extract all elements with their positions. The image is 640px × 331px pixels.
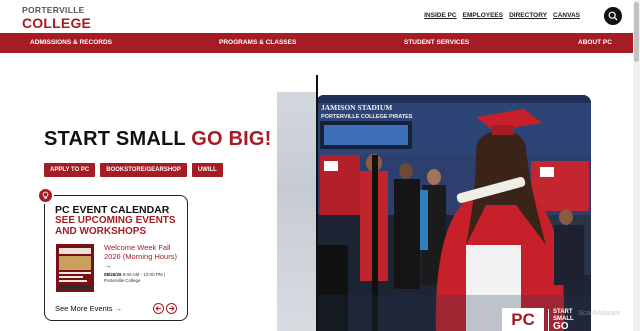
nav-about-pc[interactable]: ABOUT PC (578, 39, 612, 46)
main-nav: ADMISSIONS & RECORDS PROGRAMS & CLASSES … (0, 33, 640, 53)
page-scrollbar[interactable] (633, 0, 640, 331)
scrollbar-thumb[interactable] (634, 2, 639, 62)
event-calendar-card: PC EVENT CALENDAR SEE UPCOMING EVENTS AN… (44, 195, 188, 321)
arrow-left-icon (155, 305, 161, 312)
site-header: PORTERVILLE COLLEGE INSIDE PC EMPLOYEES … (0, 0, 640, 33)
search-button[interactable] (604, 7, 622, 25)
event-link[interactable]: Welcome Week Fall 2026 (Morning Hours) → (104, 243, 186, 270)
event-thumbnail[interactable] (56, 244, 94, 292)
stadium-sign-sub: PORTERVILLE COLLEGE PIRATES (321, 114, 413, 120)
nav-student-services[interactable]: STUDENT SERVICES (404, 39, 469, 46)
uwill-button[interactable]: UWILL (191, 163, 223, 177)
lightbulb-icon-badge (37, 187, 54, 204)
college-logo[interactable]: PORTERVILLE COLLEGE (22, 6, 91, 30)
hero-headline: START SMALL GO BIG! (44, 128, 272, 151)
photo-blur-strip (277, 92, 317, 331)
link-canvas[interactable]: CANVAS (553, 12, 580, 19)
link-inside-pc[interactable]: INSIDE PC (424, 12, 457, 19)
logo-line1: PORTERVILLE (22, 5, 85, 15)
bookstore-gearshop-button[interactable]: BOOKSTORE/GEARSHOP (100, 163, 187, 177)
logo-tag-go: GO (553, 321, 569, 331)
headline-start-small: START SMALL (44, 128, 186, 150)
event-title: Welcome Week Fall 2026 (Morning Hours) (104, 243, 177, 261)
next-event-button[interactable] (166, 303, 177, 314)
apply-to-pc-button[interactable]: APPLY TO PC (44, 163, 96, 177)
event-arrow-icon: → (104, 261, 112, 270)
logo-tag-start: START (553, 309, 573, 315)
watermark: ScanMalware (578, 310, 621, 317)
pc-logo: PC (502, 308, 544, 331)
graduation-photo (316, 95, 591, 331)
nav-admissions-records[interactable]: ADMISSIONS & RECORDS (30, 39, 112, 46)
photo-divider (316, 75, 318, 331)
prev-event-button[interactable] (153, 303, 164, 314)
event-location: Porterville College (104, 278, 141, 283)
event-meta: 08/25/26 9:00 AM - 12:00 PM | Portervill… (104, 272, 186, 284)
logo-line2: COLLEGE (22, 14, 92, 31)
page: PORTERVILLE COLLEGE INSIDE PC EMPLOYEES … (0, 0, 640, 331)
link-employees[interactable]: EMPLOYEES (463, 12, 503, 19)
event-date: 08/25/26 (104, 272, 122, 277)
quick-links: INSIDE PC EMPLOYEES DIRECTORY CANVAS (424, 12, 580, 19)
lightbulb-icon (42, 191, 49, 199)
see-more-events-link[interactable]: See More Events → (55, 304, 122, 313)
see-more-arrow-icon: → (114, 304, 123, 313)
hero-buttons: APPLY TO PC BOOKSTORE/GEARSHOP UWILL (44, 163, 223, 177)
see-more-label: See More Events (55, 304, 113, 313)
link-directory[interactable]: DIRECTORY (509, 12, 547, 19)
nav-programs-classes[interactable]: PROGRAMS & CLASSES (219, 39, 296, 46)
stadium-sign: JAMISON STADIUM (321, 103, 393, 112)
headline-go-big: GO BIG! (191, 128, 272, 150)
arrow-right-icon (169, 305, 175, 312)
event-calendar-subtitle[interactable]: SEE UPCOMING EVENTS AND WORKSHOPS (55, 215, 183, 237)
event-time: 9:00 AM - 12:00 PM | (122, 272, 165, 277)
graduation-scene (316, 95, 591, 331)
search-icon (608, 11, 618, 21)
